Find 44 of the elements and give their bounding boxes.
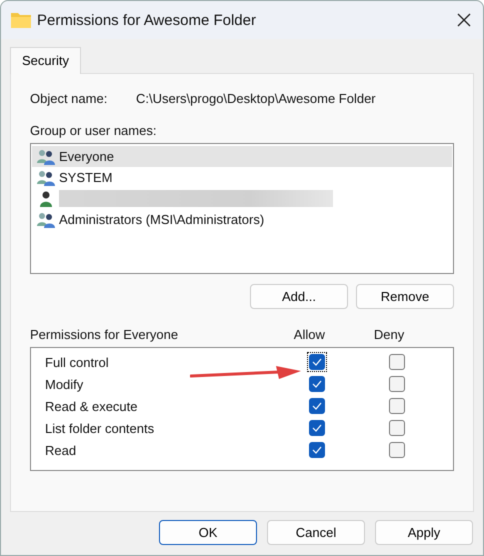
group-name: Everyone bbox=[59, 149, 114, 164]
allow-checkbox[interactable] bbox=[309, 420, 325, 436]
permission-name: Modify bbox=[44, 376, 84, 392]
tab[interactable]: Security bbox=[10, 47, 81, 74]
users-icon bbox=[37, 148, 55, 164]
group-list-label: Group or user names: bbox=[30, 123, 156, 138]
deny-checkbox[interactable] bbox=[389, 420, 405, 436]
check-icon bbox=[312, 358, 322, 366]
column-header: Allow bbox=[294, 327, 326, 342]
allow-checkbox[interactable] bbox=[309, 442, 325, 458]
permission-name: Full control bbox=[44, 354, 110, 370]
group-list-item[interactable]: SYSTEM bbox=[32, 167, 452, 188]
dialog-button[interactable]: Cancel bbox=[267, 520, 365, 545]
folder-icon bbox=[11, 12, 31, 28]
object-name-label: Object name: bbox=[30, 91, 108, 106]
check-icon bbox=[312, 380, 322, 388]
column-header: Deny bbox=[374, 327, 406, 342]
group-name: SYSTEM bbox=[59, 170, 112, 185]
allow-checkbox[interactable] bbox=[309, 398, 325, 414]
allow-checkbox[interactable] bbox=[309, 376, 325, 392]
permissions-label: Permissions for Everyone bbox=[30, 327, 180, 342]
group-name: Administrators (MSI\Administrators) bbox=[59, 212, 264, 227]
check-icon bbox=[312, 402, 322, 410]
object-name-value: C:\Users\progo\Desktop\Awesome Folder bbox=[136, 91, 376, 106]
deny-checkbox[interactable] bbox=[389, 376, 405, 392]
group-list-item[interactable]: Administrators (MSI\Administrators) bbox=[32, 209, 452, 230]
deny-checkbox[interactable] bbox=[389, 442, 405, 458]
users-icon bbox=[37, 212, 55, 228]
list-action-button[interactable]: Add... bbox=[250, 284, 348, 309]
window-title: Permissions for Awesome Folder bbox=[37, 12, 257, 28]
dialog-button[interactable]: Apply bbox=[375, 520, 473, 545]
check-icon bbox=[312, 424, 322, 432]
close-icon[interactable] bbox=[457, 13, 471, 27]
permission-name: Read bbox=[44, 442, 78, 458]
user-icon bbox=[37, 190, 55, 206]
deny-checkbox[interactable] bbox=[389, 398, 405, 414]
permission-name: List folder contents bbox=[44, 420, 156, 436]
deny-checkbox[interactable] bbox=[389, 354, 405, 370]
dialog-button[interactable]: OK bbox=[159, 520, 257, 545]
users-icon bbox=[37, 170, 55, 186]
list-action-button[interactable]: Remove bbox=[356, 284, 454, 309]
check-icon bbox=[312, 446, 322, 454]
permission-name: Read & execute bbox=[44, 398, 139, 414]
group-list-item[interactable]: Everyone bbox=[32, 146, 452, 167]
